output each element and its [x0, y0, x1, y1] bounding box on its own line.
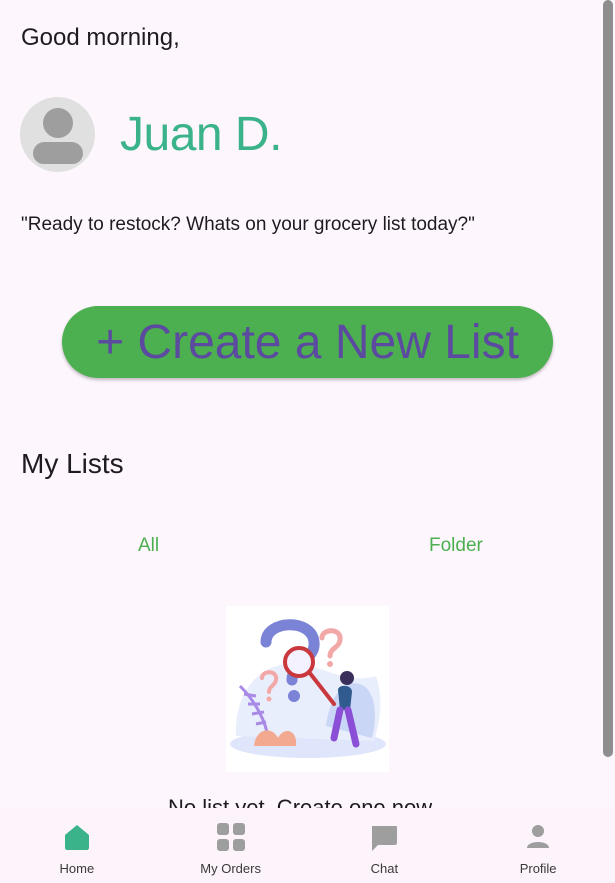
- person-icon: [527, 825, 550, 848]
- nav-label-chat: Chat: [370, 861, 399, 876]
- user-name: Juan D.: [120, 107, 282, 161]
- nav-label-my-orders: My Orders: [200, 861, 261, 876]
- chat-icon: [372, 826, 398, 851]
- tagline-text: "Ready to restock? Whats on your grocery…: [21, 214, 475, 235]
- greeting-text: Good morning,: [21, 24, 180, 51]
- search-question-illustration: [230, 619, 386, 758]
- home-screen: Good morning, Juan D. "Ready to restock?…: [0, 0, 615, 883]
- nav-label-home: Home: [59, 861, 95, 876]
- nav-item-chat[interactable]: Chat: [308, 808, 462, 883]
- create-new-list-button[interactable]: + Create a New List: [62, 306, 553, 378]
- nav-item-my-orders[interactable]: My Orders: [154, 808, 308, 883]
- tab-all[interactable]: All: [138, 535, 159, 557]
- avatar-person-icon: [43, 107, 73, 138]
- profile-row: Juan D.: [20, 96, 282, 172]
- home-icon: [64, 825, 89, 850]
- bottom-navigation: Home My Orders Chat Profile: [0, 808, 615, 883]
- empty-list-illustration: [226, 606, 389, 772]
- grid-icon: [216, 823, 245, 851]
- tab-folder[interactable]: Folder: [429, 535, 483, 557]
- avatar[interactable]: [20, 96, 95, 172]
- my-lists-title: My Lists: [21, 448, 124, 479]
- nav-item-profile[interactable]: Profile: [461, 808, 615, 883]
- nav-label-profile: Profile: [519, 861, 557, 876]
- vertical-scrollbar[interactable]: [603, 0, 615, 883]
- nav-item-home[interactable]: Home: [0, 808, 154, 883]
- scrollbar-thumb[interactable]: [603, 0, 613, 757]
